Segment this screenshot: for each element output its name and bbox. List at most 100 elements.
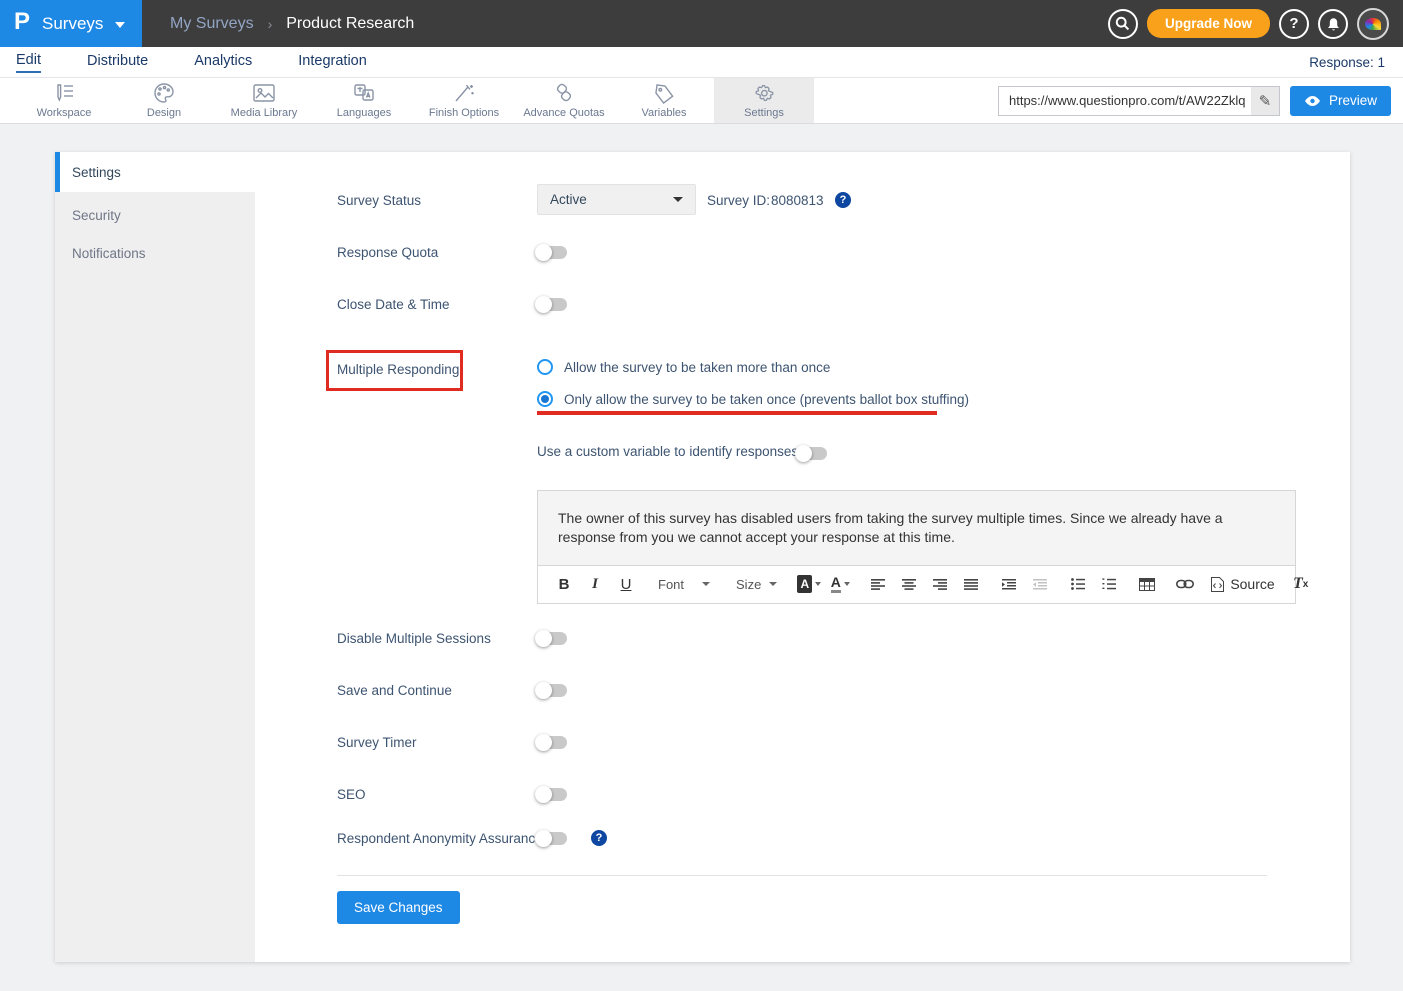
pencil-icon: ✎ — [1259, 92, 1272, 110]
tab-integration[interactable]: Integration — [298, 53, 367, 72]
seo-label: SEO — [337, 787, 366, 802]
radio-icon — [537, 359, 553, 375]
breadcrumb-my-surveys[interactable]: My Surveys — [170, 15, 254, 33]
toolbar-item-workspace[interactable]: Workspace — [14, 78, 114, 123]
chevron-down-icon — [673, 197, 683, 202]
user-avatar[interactable] — [1357, 8, 1389, 40]
search-button[interactable] — [1108, 9, 1138, 39]
table-button[interactable] — [1135, 571, 1159, 597]
align-left-icon — [871, 579, 885, 590]
breadcrumb-separator: › — [268, 16, 273, 32]
avatar-logo-icon — [1365, 18, 1381, 30]
chevron-down-icon — [702, 582, 710, 586]
settings-card: Settings Security Notifications Survey S… — [55, 152, 1350, 962]
bullet-list-button[interactable] — [1066, 571, 1090, 597]
anonymity-help-icon[interactable]: ? — [591, 830, 607, 846]
close-date-label: Close Date & Time — [337, 297, 450, 312]
source-doc-icon — [1211, 577, 1224, 592]
survey-id-help-icon[interactable]: ? — [835, 192, 851, 208]
save-changes-button[interactable]: Save Changes — [337, 891, 460, 924]
outdent-button[interactable] — [1028, 571, 1052, 597]
underline-button[interactable]: U — [614, 571, 638, 597]
survey-url-input[interactable] — [998, 86, 1280, 116]
edit-url-button[interactable]: ✎ — [1251, 87, 1279, 115]
sidebar-group: Security Notifications — [55, 192, 255, 962]
sidebar-item-security[interactable]: Security — [55, 196, 255, 234]
tab-distribute[interactable]: Distribute — [87, 53, 148, 72]
bold-button[interactable]: B — [552, 571, 576, 597]
table-icon — [1139, 578, 1155, 591]
italic-button[interactable]: I — [583, 571, 607, 597]
chain-icon — [551, 82, 577, 104]
numbered-list-button[interactable] — [1097, 571, 1121, 597]
align-center-button[interactable] — [897, 571, 921, 597]
toolbar-item-media-library[interactable]: Media Library — [214, 78, 314, 123]
survey-status-select[interactable]: Active — [537, 184, 696, 215]
close-date-toggle[interactable] — [537, 298, 567, 311]
toolbar-item-languages[interactable]: Languages — [314, 78, 414, 123]
upgrade-now-button[interactable]: Upgrade Now — [1147, 9, 1270, 38]
radio-allow-multiple[interactable]: Allow the survey to be taken more than o… — [537, 359, 830, 375]
survey-timer-toggle[interactable] — [537, 736, 567, 749]
survey-status-label: Survey Status — [337, 193, 421, 208]
chevron-down-icon — [844, 582, 850, 586]
tag-icon — [652, 82, 676, 104]
chevron-down-icon — [769, 582, 777, 586]
size-dropdown[interactable]: Size — [730, 577, 783, 592]
tab-edit[interactable]: Edit — [16, 52, 41, 73]
link-button[interactable] — [1173, 571, 1197, 597]
link-icon — [1176, 579, 1194, 589]
multiple-responding-label: Multiple Responding — [337, 362, 459, 377]
indent-button[interactable] — [997, 571, 1021, 597]
response-count: Response: 1 — [1309, 55, 1387, 70]
align-left-button[interactable] — [866, 571, 890, 597]
gear-icon — [752, 82, 776, 104]
text-color-button[interactable]: A — [828, 571, 852, 597]
survey-url-area: ✎ Preview — [998, 78, 1403, 123]
breadcrumb-current: Product Research — [286, 15, 414, 33]
source-button[interactable]: Source — [1211, 576, 1274, 592]
toolbar-item-variables[interactable]: Variables — [614, 78, 714, 123]
sidebar-item-notifications[interactable]: Notifications — [55, 234, 255, 272]
editor-message[interactable]: The owner of this survey has disabled us… — [538, 491, 1295, 565]
bell-icon — [1326, 16, 1341, 32]
bullet-list-icon — [1071, 578, 1085, 590]
anonymity-toggle[interactable] — [537, 832, 567, 845]
toolbar-item-finish-options[interactable]: Finish Options — [414, 78, 514, 123]
indent-icon — [1002, 579, 1016, 590]
custom-variable-toggle[interactable] — [797, 447, 827, 460]
response-quota-label: Response Quota — [337, 245, 438, 260]
save-continue-label: Save and Continue — [337, 683, 452, 698]
remove-format-button[interactable]: Tx — [1289, 571, 1313, 597]
align-justify-icon — [964, 579, 978, 590]
toolbar-item-advance-quotas[interactable]: Advance Quotas — [514, 78, 614, 123]
disable-sessions-toggle[interactable] — [537, 632, 567, 645]
product-switcher[interactable]: P Surveys — [0, 0, 142, 47]
notifications-button[interactable] — [1318, 9, 1348, 39]
align-right-button[interactable] — [928, 571, 952, 597]
seo-toggle[interactable] — [537, 788, 567, 801]
help-button[interactable]: ? — [1279, 9, 1309, 39]
align-justify-button[interactable] — [959, 571, 983, 597]
toolbar-item-settings[interactable]: Settings — [714, 78, 814, 123]
radio-only-once[interactable]: Only allow the survey to be taken once (… — [537, 391, 969, 407]
font-dropdown[interactable]: Font — [652, 577, 716, 592]
survey-id-value: 8080813 — [771, 193, 824, 208]
breadcrumb: My Surveys › Product Research — [142, 0, 414, 47]
save-continue-toggle[interactable] — [537, 684, 567, 697]
red-annotation-underline — [537, 411, 937, 415]
preview-button[interactable]: Preview — [1290, 86, 1391, 116]
question-icon: ? — [1289, 15, 1298, 32]
toolbar-item-design[interactable]: Design — [114, 78, 214, 123]
top-bar: P Surveys My Surveys › Product Research … — [0, 0, 1403, 47]
tab-analytics[interactable]: Analytics — [194, 53, 252, 72]
topbar-actions: Upgrade Now ? — [1108, 0, 1403, 47]
sidebar-item-settings[interactable]: Settings — [55, 152, 255, 192]
chevron-down-icon — [115, 22, 125, 28]
response-quota-toggle[interactable] — [537, 246, 567, 259]
search-icon — [1115, 16, 1130, 31]
outdent-icon — [1033, 579, 1047, 590]
bg-color-button[interactable]: A — [797, 571, 821, 597]
survey-id-label: Survey ID: — [707, 193, 770, 208]
edit-toolbar: Workspace Design Media Library Languages… — [0, 78, 1403, 124]
